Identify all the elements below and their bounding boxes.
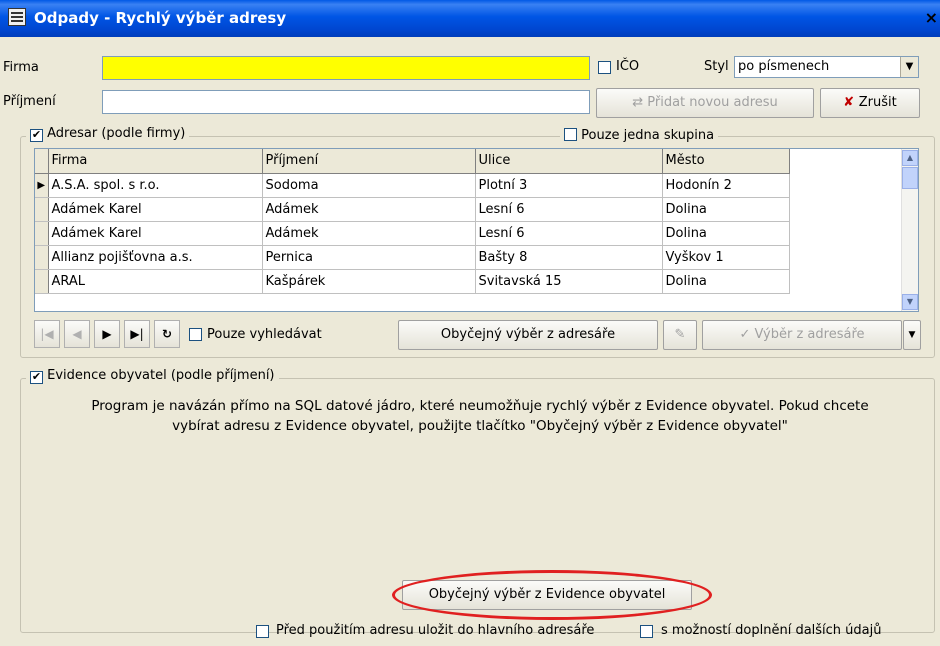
pouze-skupina-checkbox[interactable] (564, 128, 577, 141)
pouze-skupina-label: Pouze jedna skupina (581, 128, 715, 143)
pridat-adresu-button[interactable]: ⇄ Přidat novou adresu (596, 88, 814, 118)
styl-selected-value: po písmenech (738, 59, 830, 74)
prijmeni-label: Příjmení (3, 94, 56, 109)
adresar-checkbox[interactable] (30, 129, 43, 142)
table-cell[interactable]: Adámek (262, 197, 476, 222)
nav-prev-button[interactable]: ◀ (64, 320, 90, 348)
obycejny-vyber-adresare-button[interactable]: Obyčejný výběr z adresáře (398, 320, 658, 350)
chevron-down-icon: ▼ (908, 330, 916, 340)
adresar-grid[interactable]: Firma Příjmení Ulice Město ▶ A.S.A. spol… (34, 148, 919, 312)
row-indicator-header (35, 149, 49, 174)
table-row[interactable]: Allianz pojišťovna a.s. Pernica Bašty 8 … (35, 245, 790, 270)
firma-input[interactable] (102, 56, 590, 80)
prijmeni-input[interactable] (102, 90, 590, 114)
evidence-group-label: Evidence obyvatel (podle příjmení) (47, 368, 275, 383)
pouze-vyhledavat-checkbox[interactable] (189, 328, 202, 341)
table-cell[interactable]: Bašty 8 (475, 245, 663, 270)
title-bar[interactable]: Odpady - Rychlý výběr adresy × (0, 0, 940, 37)
doplneni-checkbox[interactable] (640, 625, 653, 638)
nav-first-button[interactable]: |◀ (34, 320, 60, 348)
clear-selection-button[interactable]: ✎ (663, 320, 697, 350)
table-row[interactable]: Adámek Karel Adámek Lesní 6 Dolina (35, 221, 790, 246)
table-cell[interactable]: Hodonín 2 (662, 173, 790, 198)
evidence-info-text: Program je navázán přímo na SQL datové j… (40, 396, 920, 436)
info-line-1: Program je navázán přímo na SQL datové j… (91, 398, 869, 414)
doplneni-label: s možností doplnění dalších údajů (661, 623, 882, 638)
close-icon[interactable]: × (925, 8, 938, 27)
current-row-indicator-icon: ▶ (35, 173, 49, 198)
styl-select[interactable]: po písmenech ▼ (734, 56, 919, 78)
evidence-group-header: Evidence obyvatel (podle příjmení) (26, 368, 279, 384)
highlight-ellipse (392, 570, 712, 620)
table-row[interactable]: Adámek Karel Adámek Lesní 6 Dolina (35, 197, 790, 222)
table-cell[interactable]: Svitavská 15 (475, 269, 663, 294)
table-cell[interactable]: Pernica (262, 245, 476, 270)
table-cell[interactable]: Dolina (662, 269, 790, 294)
vyber-dropdown-button[interactable]: ▼ (903, 320, 921, 350)
chevron-down-icon[interactable]: ▼ (900, 57, 918, 77)
column-header-prijmeni[interactable]: Příjmení (262, 149, 476, 174)
row-indicator (35, 245, 49, 270)
nav-refresh-button[interactable]: ↻ (154, 320, 180, 348)
table-cell[interactable]: ARAL (48, 269, 263, 294)
table-cell[interactable]: Lesní 6 (475, 197, 663, 222)
table-cell[interactable]: Plotní 3 (475, 173, 663, 198)
app-window-icon (8, 8, 26, 26)
adresar-group-header: Adresar (podle firmy) (26, 126, 190, 142)
dialog-window: Odpady - Rychlý výběr adresy × Firma IČO… (0, 0, 940, 646)
nav-last-button[interactable]: ▶| (124, 320, 150, 348)
evidence-checkbox[interactable] (30, 371, 43, 384)
adresar-table: Firma Příjmení Ulice Město ▶ A.S.A. spol… (35, 149, 790, 294)
table-cell[interactable]: Adámek Karel (48, 197, 263, 222)
checkmark-icon: ✓ (739, 327, 755, 342)
row-indicator (35, 269, 49, 294)
column-header-mesto[interactable]: Město (662, 149, 790, 174)
adresar-group-label: Adresar (podle firmy) (47, 126, 186, 141)
nav-next-button[interactable]: ▶ (94, 320, 120, 348)
table-cell[interactable]: Adámek Karel (48, 221, 263, 246)
row-indicator (35, 221, 49, 246)
table-cell[interactable]: Dolina (662, 221, 790, 246)
add-address-icon: ⇄ (632, 95, 648, 110)
styl-label: Styl (704, 59, 729, 74)
column-header-firma[interactable]: Firma (48, 149, 263, 174)
vyber-z-adresare-button[interactable]: ✓ Výběr z adresáře (702, 320, 902, 350)
table-header-row: Firma Příjmení Ulice Město (35, 149, 790, 174)
table-cell[interactable]: Dolina (662, 197, 790, 222)
table-cell[interactable]: Lesní 6 (475, 221, 663, 246)
ico-checkbox[interactable] (598, 61, 611, 74)
scroll-up-icon[interactable]: ▲ (902, 150, 918, 166)
eraser-icon: ✎ (674, 327, 686, 342)
table-cell[interactable]: Adámek (262, 221, 476, 246)
firma-label: Firma (3, 60, 39, 75)
table-row[interactable]: ▶ A.S.A. spol. s r.o. Sodoma Plotní 3 Ho… (35, 173, 790, 198)
pouze-vyhledavat-label: Pouze vyhledávat (207, 327, 322, 342)
table-row[interactable]: ARAL Kašpárek Svitavská 15 Dolina (35, 269, 790, 294)
table-cell[interactable]: Sodoma (262, 173, 476, 198)
cancel-x-icon: ✘ (843, 95, 859, 110)
table-cell[interactable]: A.S.A. spol. s r.o. (48, 173, 263, 198)
zrusit-button[interactable]: ✘ Zrušit (820, 88, 920, 118)
column-header-ulice[interactable]: Ulice (475, 149, 663, 174)
scroll-down-icon[interactable]: ▼ (902, 294, 918, 310)
ico-label: IČO (616, 59, 640, 74)
table-cell[interactable]: Vyškov 1 (662, 245, 790, 270)
table-cell[interactable]: Kašpárek (262, 269, 476, 294)
ulozit-checkbox[interactable] (256, 625, 269, 638)
table-cell[interactable]: Allianz pojišťovna a.s. (48, 245, 263, 270)
ulozit-label: Před použitím adresu uložit do hlavního … (276, 623, 595, 638)
info-line-2: vybírat adresu z Evidence obyvatel, použ… (172, 418, 788, 434)
pouze-skupina-option: Pouze jedna skupina (560, 126, 719, 143)
window-title: Odpady - Rychlý výběr adresy (34, 9, 287, 27)
vertical-scrollbar[interactable]: ▲ ▼ (901, 149, 918, 311)
scroll-thumb[interactable] (902, 167, 918, 189)
row-indicator (35, 197, 49, 222)
